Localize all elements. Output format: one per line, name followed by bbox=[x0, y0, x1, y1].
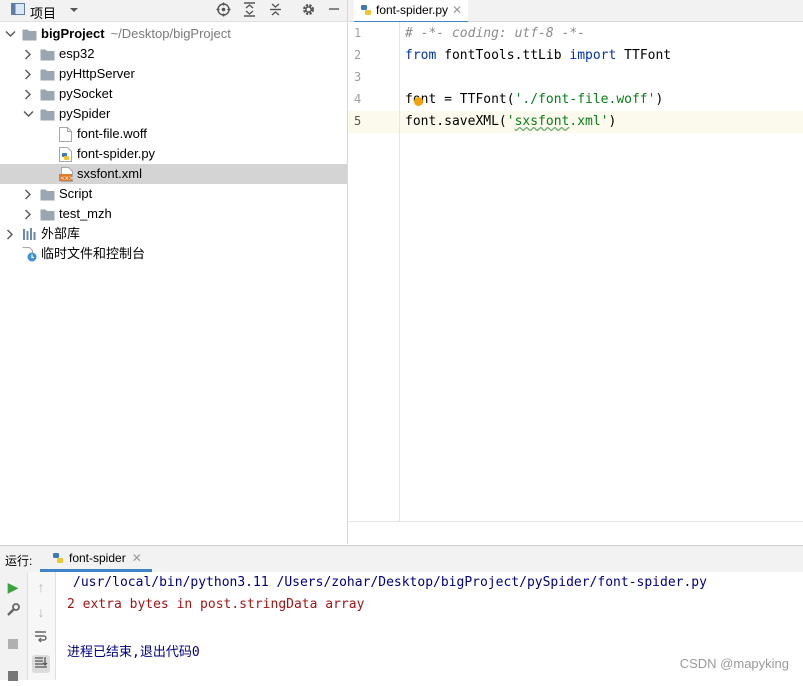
tree-item-bigproject[interactable]: bigProject ~/Desktop/bigProject bbox=[0, 24, 347, 44]
watermark: CSDN @mapyking bbox=[679, 656, 789, 671]
stop-icon[interactable] bbox=[4, 636, 22, 654]
close-icon[interactable]: ✕ bbox=[132, 551, 142, 565]
run-panel-label: 运行: bbox=[5, 554, 33, 568]
library-icon bbox=[22, 227, 37, 241]
run-toolbar-primary: ▶ bbox=[0, 572, 28, 681]
tree-item-label: pySocket bbox=[59, 86, 113, 101]
tree-item-label: 临时文件和控制台 bbox=[41, 246, 146, 261]
folder-icon bbox=[40, 87, 55, 101]
line-number: 4 bbox=[354, 92, 362, 106]
chevron-right-icon[interactable] bbox=[23, 84, 35, 104]
tree-item-scratches-and-consoles[interactable]: 临时文件和控制台 bbox=[0, 244, 347, 264]
tree-item-label: Script bbox=[59, 186, 93, 201]
console-line: /usr/local/bin/python3.11 /Users/zohar/D… bbox=[73, 575, 707, 590]
chevron-down-icon[interactable] bbox=[5, 24, 17, 44]
python-file-icon bbox=[59, 147, 74, 162]
console-line: 进程已结束,退出代码0 bbox=[67, 645, 200, 660]
tree-item-label: 外部库 bbox=[41, 226, 81, 241]
scratches-icon bbox=[22, 247, 37, 262]
file-icon bbox=[59, 127, 74, 142]
run-panel-header: 运行: font-spider ✕ bbox=[0, 545, 803, 573]
code-editor[interactable]: # -*- coding: utf-8 -*- from fontTools.t… bbox=[400, 22, 803, 521]
chevron-right-icon[interactable] bbox=[23, 64, 35, 84]
project-panel-title[interactable]: 项目 bbox=[30, 3, 56, 22]
tree-item-font-spider-py[interactable]: font-spider.py bbox=[0, 144, 347, 164]
tree-item-external-libraries[interactable]: 外部库 bbox=[0, 224, 347, 244]
collapse-all-icon[interactable] bbox=[267, 2, 283, 18]
gear-icon[interactable] bbox=[300, 2, 316, 18]
tree-item-label: font-file.woff bbox=[77, 126, 147, 141]
run-tab-label: font-spider bbox=[69, 551, 126, 565]
code-line-3[interactable] bbox=[400, 67, 803, 89]
chevron-right-icon[interactable] bbox=[23, 184, 35, 204]
editor-tab-font-spider[interactable]: font-spider.py ✕ bbox=[354, 0, 469, 24]
soft-wrap-icon[interactable] bbox=[32, 629, 50, 647]
folder-icon bbox=[40, 67, 55, 81]
project-tree: bigProject ~/Desktop/bigProject esp32 pyH… bbox=[0, 22, 347, 544]
tree-item-label: esp32 bbox=[59, 46, 95, 61]
tree-item-label: pySpider bbox=[59, 106, 111, 121]
tree-item-label: pyHttpServer bbox=[59, 66, 135, 81]
code-line-1[interactable]: # -*- coding: utf-8 -*- bbox=[400, 23, 803, 45]
minimize-icon[interactable] bbox=[326, 2, 342, 18]
down-arrow-icon[interactable]: ↓ bbox=[32, 603, 50, 621]
project-toolbar: 项目 bbox=[0, 0, 347, 22]
code-line-4[interactable]: font = TTFont('./font-file.woff') bbox=[400, 89, 803, 111]
close-icon[interactable]: ✕ bbox=[452, 3, 462, 17]
python-file-icon bbox=[53, 553, 63, 563]
tree-item-pyspider[interactable]: pySpider bbox=[0, 104, 347, 124]
line-number: 2 bbox=[354, 48, 362, 62]
tree-item-pyhttpserver[interactable]: pyHttpServer bbox=[0, 64, 347, 84]
code-line-5[interactable]: font.saveXML('sxsfont.xml') bbox=[400, 111, 803, 133]
tree-item-pysocket[interactable]: pySocket bbox=[0, 84, 347, 104]
xml-file-icon: <x> bbox=[59, 167, 74, 182]
up-arrow-icon[interactable]: ↑ bbox=[32, 578, 50, 596]
tree-item-label: sxsfont.xml bbox=[77, 166, 143, 181]
editor-breadcrumb-bar bbox=[348, 521, 803, 545]
tree-item-sxsfont-xml[interactable]: <x> sxsfont.xml bbox=[0, 164, 347, 184]
chevron-right-icon[interactable] bbox=[5, 224, 17, 244]
tree-item-test-mzh[interactable]: test_mzh bbox=[0, 204, 347, 224]
python-file-icon bbox=[360, 2, 372, 15]
folder-icon bbox=[40, 187, 55, 201]
tree-item-esp32[interactable]: esp32 bbox=[0, 44, 347, 64]
chevron-right-icon[interactable] bbox=[23, 204, 35, 224]
tree-item-font-file-woff[interactable]: font-file.woff bbox=[0, 124, 347, 144]
svg-text:<x>: <x> bbox=[60, 175, 74, 182]
line-number: 5 bbox=[354, 114, 362, 128]
editor-tab-bar: font-spider.py ✕ bbox=[348, 0, 803, 24]
line-number-gutter: 1 2 3 4 5 bbox=[348, 22, 400, 521]
tree-item-label: bigProject ~/Desktop/bigProject bbox=[41, 26, 231, 41]
folder-icon bbox=[40, 207, 55, 221]
layout-icon[interactable] bbox=[4, 668, 22, 686]
scroll-to-end-icon[interactable] bbox=[32, 655, 50, 673]
console-line: 2 extra bytes in post.stringData array bbox=[67, 597, 365, 612]
wrench-icon[interactable] bbox=[4, 603, 22, 621]
expand-all-icon[interactable] bbox=[241, 2, 257, 18]
project-view-icon bbox=[10, 2, 26, 18]
chevron-down-icon[interactable] bbox=[23, 104, 35, 124]
code-line-2[interactable]: from fontTools.ttLib import TTFont bbox=[400, 45, 803, 67]
folder-icon bbox=[40, 107, 55, 121]
tree-item-label: test_mzh bbox=[59, 206, 112, 221]
tree-item-script[interactable]: Script bbox=[0, 184, 347, 204]
tree-item-label: font-spider.py bbox=[77, 146, 156, 161]
bulb-icon[interactable] bbox=[414, 97, 423, 106]
run-tab-font-spider[interactable]: font-spider ✕ bbox=[40, 546, 152, 572]
folder-icon bbox=[40, 47, 55, 61]
line-number: 3 bbox=[354, 70, 362, 84]
run-icon[interactable]: ▶ bbox=[4, 578, 22, 596]
folder-icon bbox=[22, 27, 37, 41]
dropdown-arrow-icon[interactable] bbox=[66, 2, 82, 18]
tab-label: font-spider.py bbox=[376, 3, 449, 17]
chevron-right-icon[interactable] bbox=[23, 44, 35, 64]
line-number: 1 bbox=[354, 26, 362, 40]
locate-icon[interactable] bbox=[215, 2, 231, 18]
run-toolbar-secondary: ↑ ↓ bbox=[28, 572, 56, 680]
